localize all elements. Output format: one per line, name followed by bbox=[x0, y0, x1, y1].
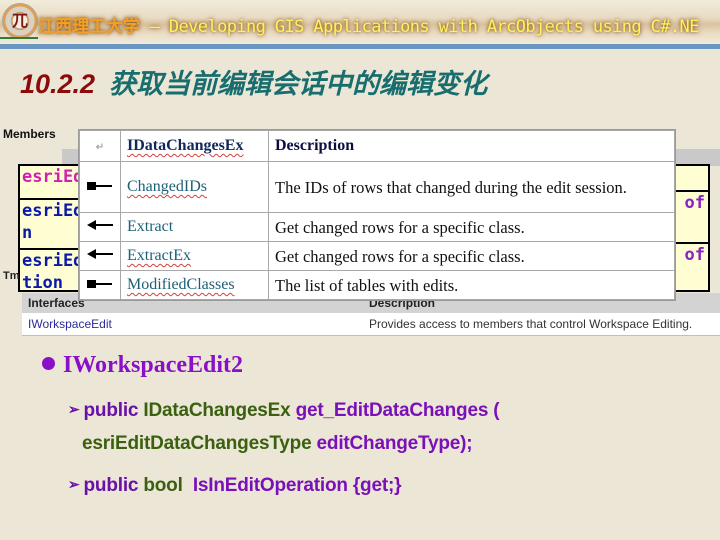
table-row: ExtractEx Get changed rows for a specifi… bbox=[79, 241, 675, 271]
arrow-bullet-icon: ➢ bbox=[68, 476, 80, 492]
icon-cell bbox=[79, 270, 121, 300]
icon-cell bbox=[79, 212, 121, 242]
method-icon bbox=[87, 219, 113, 231]
arrow-bullet-icon: ➢ bbox=[68, 401, 80, 417]
bullet-interface-text: IWorkspaceEdit2 bbox=[63, 352, 244, 378]
tm-label: Tm bbox=[3, 270, 20, 282]
members-table-overlay: ↵ IDataChangesEx Description ChangedIDs … bbox=[78, 129, 676, 301]
table-row: ModifiedClasses The list of tables with … bbox=[79, 270, 675, 300]
property-icon bbox=[87, 279, 113, 289]
name-cell: ChangedIDs bbox=[120, 161, 269, 213]
interface-name-link[interactable]: IWorkspaceEdit bbox=[28, 317, 112, 331]
header-name-cell: IDataChangesEx bbox=[120, 130, 269, 162]
name-cell: ModifiedClasses bbox=[120, 270, 269, 300]
section-title: 10.2.2 获取当前编辑会话中的编辑变化 bbox=[20, 62, 487, 101]
code-line-1-continued: esriEditDataChangesType editChangeType); bbox=[82, 433, 473, 455]
university-logo: 兀 bbox=[2, 3, 38, 39]
table-row: ChangedIDs The IDs of rows that changed … bbox=[79, 161, 675, 213]
interface-description: Provides access to members that control … bbox=[369, 317, 693, 331]
description-cell: Get changed rows for a specific class. bbox=[268, 241, 675, 271]
keyword: public bbox=[83, 475, 139, 496]
table-header-row: ↵ IDataChangesEx Description bbox=[79, 130, 675, 162]
university-name: 江西理工大学 bbox=[38, 17, 140, 37]
header-description-cell: Description bbox=[268, 130, 675, 162]
bullet-dot-icon bbox=[42, 357, 55, 370]
description-cell: The IDs of rows that changed during the … bbox=[268, 161, 675, 213]
table-row: Extract Get changed rows for a specific … bbox=[79, 212, 675, 242]
members-table: ↵ IDataChangesEx Description ChangedIDs … bbox=[79, 130, 675, 300]
interfaces-col-name: Interfaces bbox=[28, 296, 85, 310]
name-cell: Extract bbox=[120, 212, 269, 242]
description-cell: The list of tables with edits. bbox=[268, 270, 675, 300]
keyword: public bbox=[83, 400, 139, 421]
section-heading: 获取当前编辑会话中的编辑变化 bbox=[109, 69, 488, 99]
member-name[interactable]: ChangedIDs bbox=[127, 178, 207, 195]
code-line-1: ➢ public IDataChangesEx get_EditDataChang… bbox=[68, 400, 500, 422]
property-icon bbox=[87, 181, 113, 191]
member-name[interactable]: ExtractEx bbox=[127, 247, 191, 264]
logo-glyph: 兀 bbox=[11, 11, 28, 30]
interfaces-row: IWorkspaceEdit Provides access to member… bbox=[22, 313, 720, 336]
member-name[interactable]: ModifiedClasses bbox=[127, 276, 235, 293]
header-icon-cell: ↵ bbox=[79, 130, 121, 162]
member-name[interactable]: Extract bbox=[127, 218, 173, 235]
param-name: editChangeType); bbox=[316, 433, 473, 454]
return-type: bool bbox=[143, 475, 183, 496]
section-number: 10.2.2 bbox=[20, 69, 96, 99]
interface-name: IDataChangesEx bbox=[127, 137, 244, 154]
description-cell: Get changed rows for a specific class. bbox=[268, 212, 675, 242]
header-accent-line bbox=[0, 37, 38, 39]
icon-cell bbox=[79, 161, 121, 213]
method-signature: get_EditDataChanges ( bbox=[295, 400, 500, 421]
return-type: IDataChangesEx bbox=[143, 400, 291, 421]
paragraph-mark: ↵ bbox=[95, 142, 105, 153]
header-banner: 兀 江西理工大学 — Developing GIS Applications w… bbox=[0, 0, 720, 44]
bullet-interface: IWorkspaceEdit2 bbox=[42, 352, 243, 379]
name-cell: ExtractEx bbox=[120, 241, 269, 271]
icon-cell bbox=[79, 241, 121, 271]
members-label: Members bbox=[3, 127, 56, 141]
divider-rule bbox=[0, 44, 720, 49]
property-signature: IsInEditOperation {get;} bbox=[192, 475, 402, 496]
header-separator: — bbox=[140, 17, 169, 37]
param-type: esriEditDataChangesType bbox=[82, 433, 312, 454]
code-line-2: ➢ public bool IsInEditOperation {get;} bbox=[68, 475, 401, 497]
method-icon bbox=[87, 248, 113, 260]
header-title: 江西理工大学 — Developing GIS Applications wit… bbox=[38, 12, 699, 37]
course-title: Developing GIS Applications with ArcObje… bbox=[168, 17, 700, 37]
